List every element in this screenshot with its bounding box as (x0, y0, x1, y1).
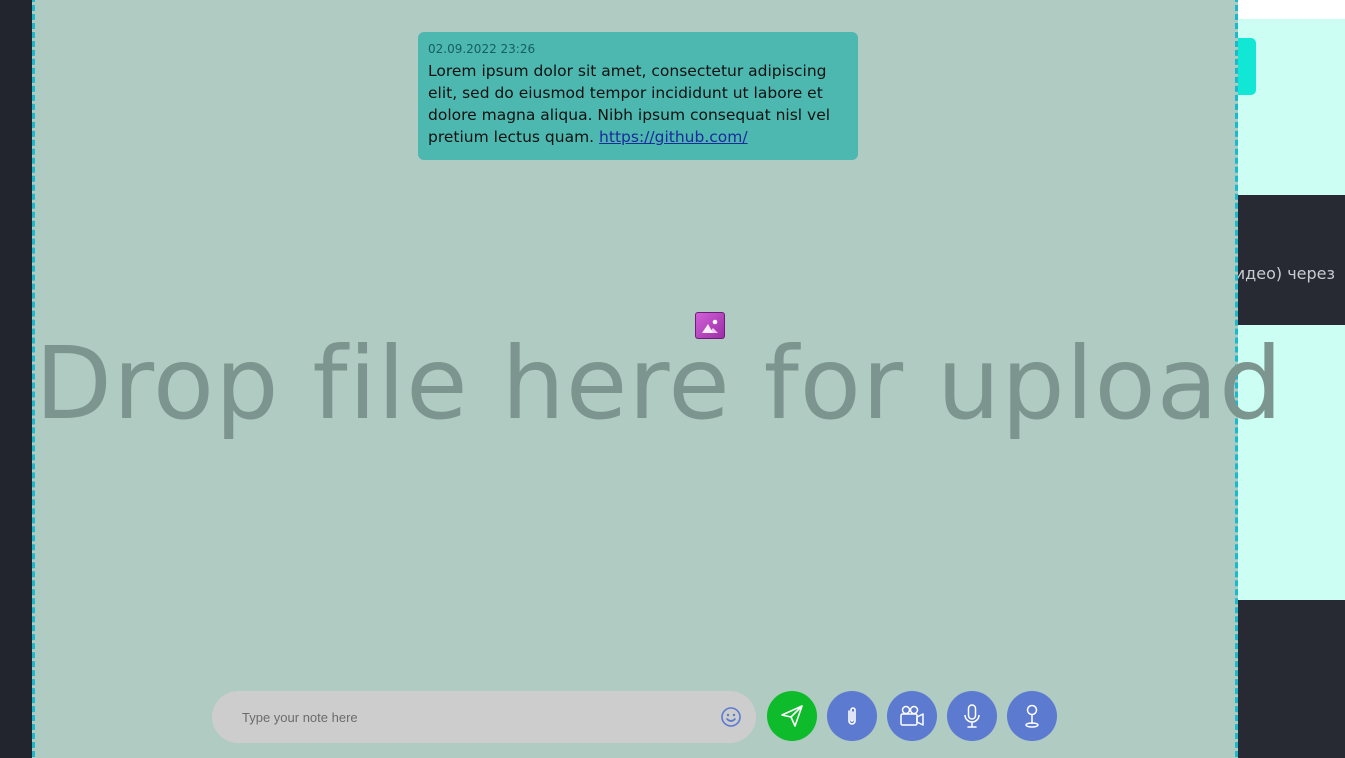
app-window: идео) через 02.09.2022 23:26 Lorem ipsum… (0, 0, 1345, 758)
record-audio-button[interactable] (947, 691, 997, 741)
chat-message: 02.09.2022 23:26 Lorem ipsum dolor sit a… (418, 32, 858, 160)
background-header-bar (1236, 0, 1345, 19)
background-partial-text: идео) через (1234, 264, 1335, 283)
left-background-strip (0, 0, 34, 758)
background-dark-section (1236, 195, 1345, 325)
attach-file-button[interactable] (827, 691, 877, 741)
record-video-button[interactable] (887, 691, 937, 741)
message-composer (212, 691, 756, 743)
message-link[interactable]: https://github.com/ (599, 128, 748, 146)
send-button[interactable] (767, 691, 817, 741)
note-input-container (212, 691, 756, 743)
video-camera-icon (900, 705, 924, 726)
file-drop-zone[interactable]: 02.09.2022 23:26 Lorem ipsum dolor sit a… (32, 0, 1284, 758)
microphone-icon (964, 704, 980, 728)
smiley-icon[interactable] (720, 706, 742, 728)
message-timestamp: 02.09.2022 23:26 (428, 42, 536, 56)
background-cyan-button[interactable] (1236, 38, 1256, 95)
paperclip-icon (848, 707, 856, 725)
message-text: Lorem ipsum dolor sit amet, consectetur … (428, 60, 848, 148)
paper-plane-icon (781, 705, 803, 727)
drop-file-label: Drop file here for upload (35, 325, 1284, 442)
share-location-button[interactable] (1007, 691, 1057, 741)
note-input[interactable] (242, 691, 712, 743)
map-pin-icon (1025, 704, 1039, 728)
